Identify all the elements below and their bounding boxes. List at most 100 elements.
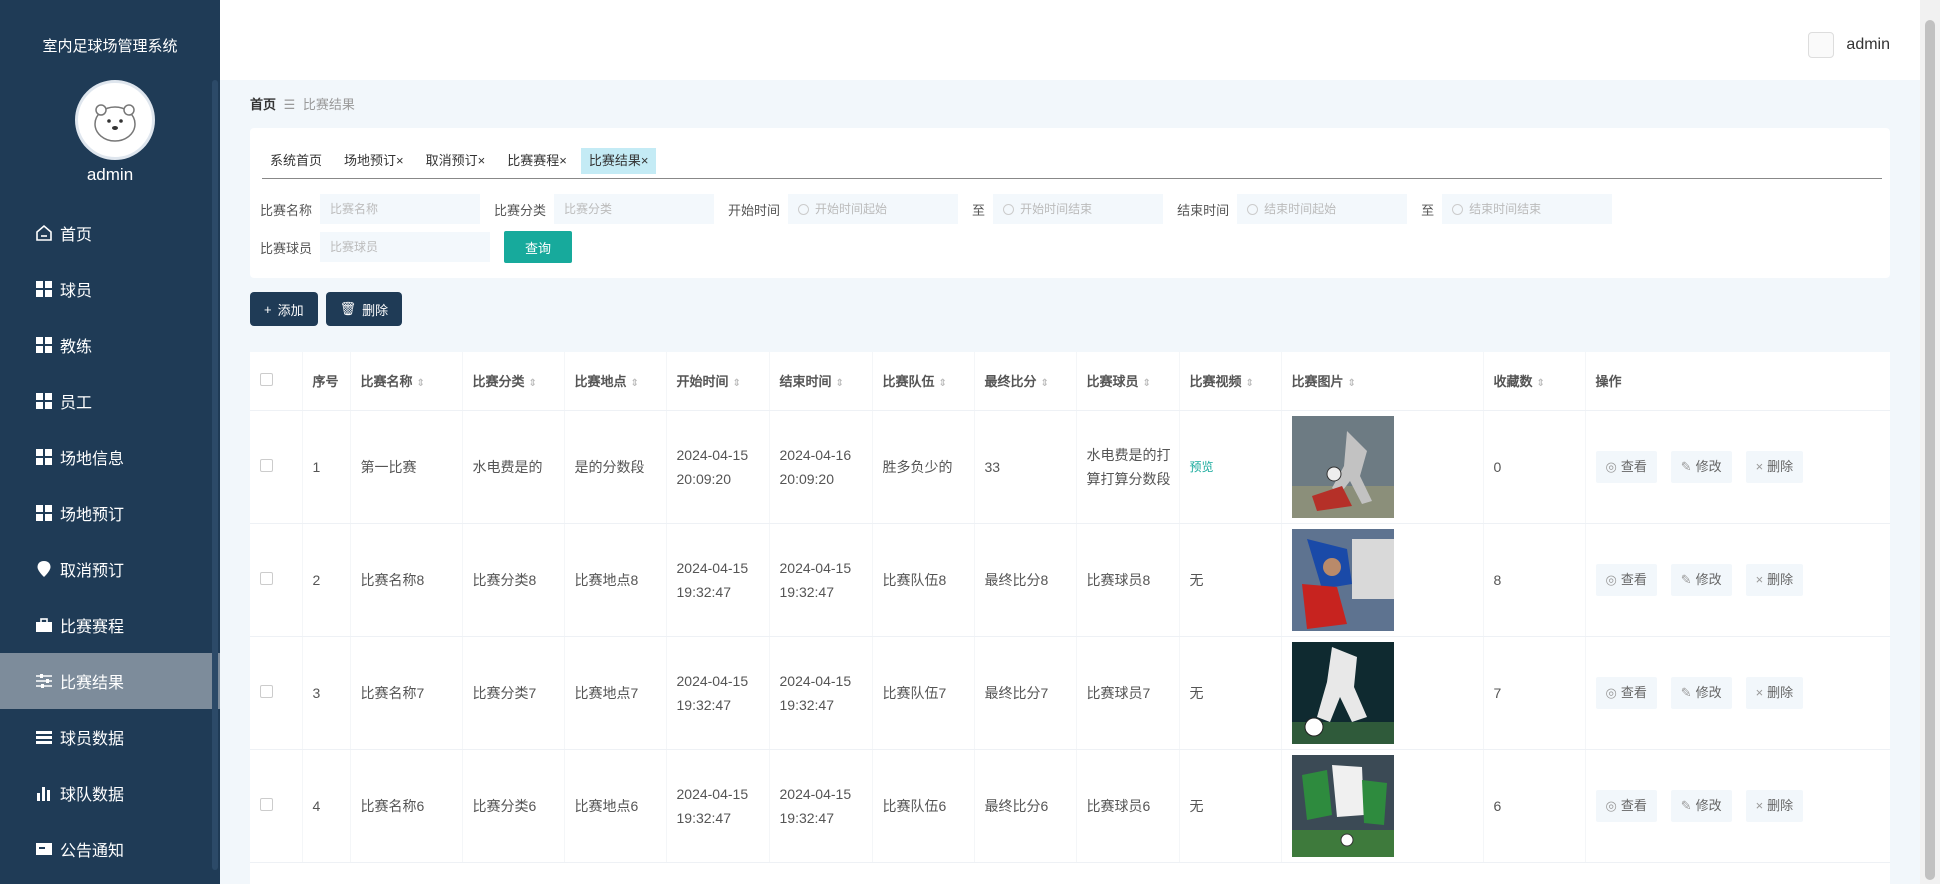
select-all-checkbox[interactable] [260,372,273,386]
cell-index: 3 [302,636,351,750]
sort-icon[interactable]: ⇕ [836,378,844,389]
cell-score: 33 [974,410,1077,524]
col-place[interactable]: 比赛地点 ⇕ [564,352,667,411]
end-time-to-input[interactable]: 结束时间结束 [1442,194,1613,224]
col-label: 结束时间 [779,374,832,390]
match-photo[interactable] [1291,415,1394,518]
edit-button[interactable]: ✎ 修改 [1670,563,1732,596]
select-all-cell[interactable] [250,352,303,411]
add-button[interactable]: + 添加 [250,292,318,326]
end-time-from-input[interactable]: 结束时间起始 [1237,194,1408,224]
cell-favorites: 0 [1483,410,1586,524]
close-icon[interactable]: × [396,153,404,168]
sort-icon[interactable]: ⇕ [1143,378,1151,389]
match-player-input[interactable]: 比赛球员 [320,232,491,262]
row-checkbox[interactable] [260,797,273,811]
sidebar-scrollbar[interactable] [212,80,218,870]
tab-label: 场地预订 [344,153,397,168]
col-start-time[interactable]: 开始时间 ⇕ [666,352,770,411]
sidebar-item-cancel-booking[interactable]: 取消预订 [0,541,220,597]
col-score[interactable]: 最终比分 ⇕ [974,352,1077,411]
match-photo[interactable] [1291,528,1394,631]
tab-system-home[interactable]: 系统首页 [262,148,330,174]
scrollbar-thumb[interactable] [1925,20,1935,880]
match-category-input[interactable]: 比赛分类 [554,194,715,224]
sidebar-item-home[interactable]: 首页 [0,205,220,261]
tab-venue-booking[interactable]: 场地预订× [336,148,412,174]
sidebar-item-team-data[interactable]: 球队数据 [0,765,220,821]
start-time-label: 开始时间 [728,202,781,218]
sort-icon[interactable]: ⇕ [939,378,947,389]
video-preview-link[interactable]: 预览 [1190,460,1214,474]
edit-button[interactable]: ✎ 修改 [1670,789,1732,822]
edit-button[interactable]: ✎ 修改 [1670,676,1732,709]
col-team[interactable]: 比赛队伍 ⇕ [872,352,975,411]
sidebar-item-player-data[interactable]: 球员数据 [0,709,220,765]
close-icon[interactable]: × [559,153,567,168]
view-button[interactable]: ◎ 查看 [1595,450,1657,483]
close-icon[interactable]: × [478,153,486,168]
sidebar-item-venue-booking[interactable]: 场地预订 [0,485,220,541]
row-select-cell[interactable] [250,636,303,750]
sidebar-item-announcements[interactable]: 公告通知 [0,821,220,877]
view-button[interactable]: ◎ 查看 [1595,676,1657,709]
tab-cancel-booking[interactable]: 取消预订× [418,148,494,174]
sidebar-item-players[interactable]: 球员 [0,261,220,317]
avatar[interactable] [75,80,155,160]
sort-icon[interactable]: ⇕ [1348,378,1356,389]
cell-end-time: 2024-04-15 19:32:47 [769,523,873,637]
sidebar-item-match-results[interactable]: 比赛结果 [0,653,220,709]
col-player[interactable]: 比赛球员 ⇕ [1076,352,1180,411]
delete-row-button[interactable]: × 删除 [1745,676,1804,709]
col-favorites[interactable]: 收藏数 ⇕ [1483,352,1586,411]
sidebar-item-match-schedule[interactable]: 比赛赛程 [0,597,220,653]
sort-icon[interactable]: ⇕ [1246,378,1254,389]
megaphone-icon [34,839,54,859]
view-button[interactable]: ◎ 查看 [1595,789,1657,822]
tab-label: 比赛赛程 [507,153,560,168]
sort-icon[interactable]: ⇕ [1041,378,1049,389]
row-checkbox[interactable] [260,571,273,585]
row-select-cell[interactable] [250,523,303,637]
edit-button[interactable]: ✎ 修改 [1670,450,1732,483]
sidebar-item-staff[interactable]: 员工 [0,373,220,429]
col-video[interactable]: 比赛视频 ⇕ [1179,352,1282,411]
filter-panel: 系统首页 场地预订× 取消预订× 比赛赛程× 比赛结果× 比赛名称 比赛名称 比… [250,128,1890,278]
delete-row-button[interactable]: × 删除 [1745,789,1804,822]
table-actions: + 添加 🗑 删除 [250,292,403,326]
page-scrollbar[interactable] [1920,0,1940,884]
query-button[interactable]: 查询 [504,231,573,263]
view-button[interactable]: ◎ 查看 [1595,563,1657,596]
sort-icon[interactable]: ⇕ [631,378,639,389]
cell-place: 是的分数段 [564,410,667,524]
tab-match-schedule[interactable]: 比赛赛程× [499,148,575,174]
close-icon[interactable]: × [641,153,649,168]
start-time-to-input[interactable]: 开始时间结束 [993,194,1164,224]
col-image[interactable]: 比赛图片 ⇕ [1281,352,1484,411]
breadcrumb-home[interactable]: 首页 [250,97,276,112]
match-photo[interactable] [1291,754,1394,857]
row-select-cell[interactable] [250,410,303,524]
sidebar-item-venue-info[interactable]: 场地信息 [0,429,220,485]
sort-icon[interactable]: ⇕ [417,378,425,389]
delete-button[interactable]: 🗑 删除 [325,292,403,326]
match-name-input[interactable]: 比赛名称 [320,194,481,224]
row-checkbox[interactable] [260,684,273,698]
match-photo[interactable] [1291,641,1394,744]
col-label: 最终比分 [984,374,1037,390]
header-user[interactable]: admin [1808,32,1890,58]
col-match-name[interactable]: 比赛名称 ⇕ [350,352,463,411]
col-category[interactable]: 比赛分类 ⇕ [462,352,565,411]
delete-row-button[interactable]: × 删除 [1745,563,1804,596]
sort-icon[interactable]: ⇕ [1537,378,1545,389]
row-select-cell[interactable] [250,749,303,863]
tab-match-results[interactable]: 比赛结果× [580,148,657,174]
sort-icon[interactable]: ⇕ [529,378,537,389]
cell-category: 比赛分类7 [462,636,565,750]
start-time-from-input[interactable]: 开始时间起始 [788,194,959,224]
sidebar-item-coaches[interactable]: 教练 [0,317,220,373]
sort-icon[interactable]: ⇕ [733,378,741,389]
col-end-time[interactable]: 结束时间 ⇕ [769,352,873,411]
row-checkbox[interactable] [260,458,273,472]
delete-row-button[interactable]: × 删除 [1745,450,1804,483]
